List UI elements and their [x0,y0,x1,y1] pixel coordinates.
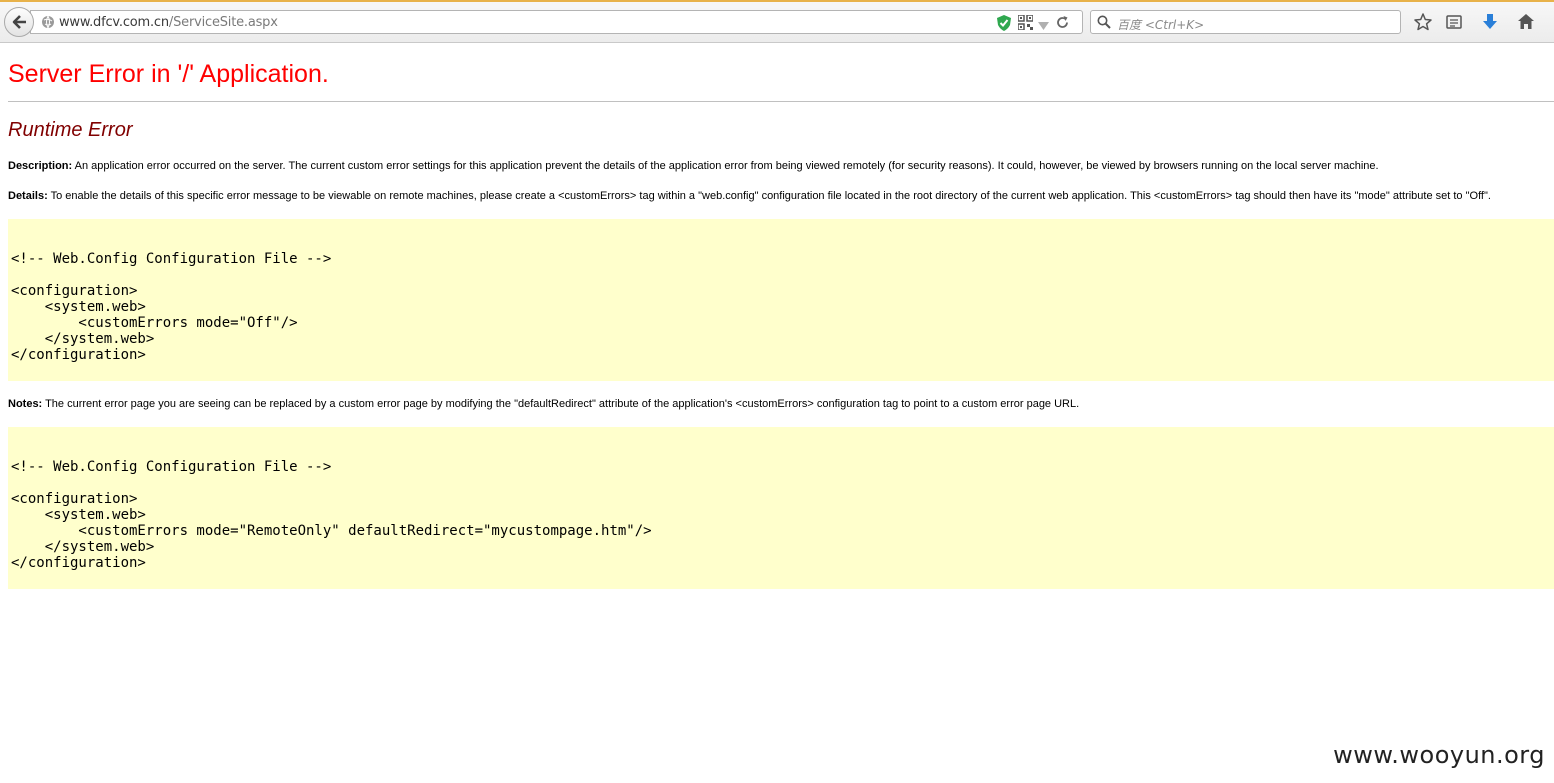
description-label: Description: [8,160,73,172]
config-code-1: <!-- Web.Config Configuration File --> <… [11,251,332,363]
config-code-2: <!-- Web.Config Configuration File --> <… [11,459,652,571]
bookmark-star-icon[interactable] [1414,13,1432,36]
home-icon[interactable] [1517,13,1535,35]
description-paragraph: Description: An application error occurr… [8,160,1379,172]
details-label: Details: [8,190,48,202]
details-paragraph: Details: To enable the details of this s… [8,190,1491,202]
back-arrow-icon [12,15,26,29]
search-icon [1097,15,1111,34]
dropdown-arrow-icon[interactable] [1038,18,1049,36]
url-path: /ServiceSite.aspx [168,15,278,30]
notes-paragraph: Notes: The current error page you are se… [8,398,1079,410]
page-title: Server Error in '/' Application. [8,60,329,88]
config-code-block-2: <!-- Web.Config Configuration File --> <… [8,427,1554,589]
title-divider [8,101,1554,102]
details-text: To enable the details of this specific e… [47,190,1491,202]
search-bar[interactable]: 百度 <Ctrl+K> [1090,10,1401,34]
browser-toolbar: www.dfcv.com.cn/ServiceSite.aspx 百度 <Ctr… [0,2,1554,43]
notes-label: Notes: [8,398,43,410]
download-icon[interactable] [1482,13,1498,36]
reading-list-icon[interactable] [1446,14,1462,35]
config-code-block-1: <!-- Web.Config Configuration File --> <… [8,219,1554,381]
notes-text: The current error page you are seeing ca… [42,398,1080,410]
description-text: An application error occurred on the ser… [72,160,1379,172]
globe-icon [41,15,55,34]
qr-code-icon[interactable] [1017,14,1034,35]
url-host: www.dfcv.com.cn [59,15,169,30]
url-bar-icons [996,14,1076,32]
back-button[interactable] [4,7,34,37]
search-placeholder[interactable]: 百度 <Ctrl+K> [1117,16,1204,33]
error-subtitle: Runtime Error [8,119,133,141]
reload-icon[interactable] [1055,15,1070,35]
url-text[interactable]: www.dfcv.com.cn/ServiceSite.aspx [59,15,278,30]
shield-icon[interactable] [996,14,1012,37]
url-bar[interactable]: www.dfcv.com.cn/ServiceSite.aspx [30,10,1083,34]
watermark-text: www.wooyun.org [1333,741,1545,769]
